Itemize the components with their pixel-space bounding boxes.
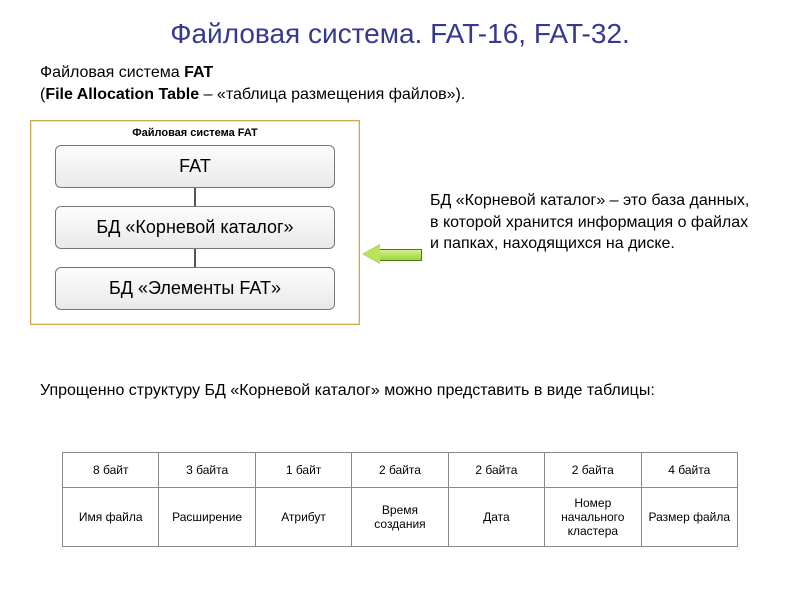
table-cell: Расширение [159,488,255,547]
side-note: БД «Корневой каталог» – это база данных,… [430,190,760,255]
diagram-node-fat: FAT [55,145,335,188]
table-row: Имя файла Расширение Атрибут Время созда… [63,488,738,547]
diagram-connector-2 [194,249,196,267]
table-cell: 1 байт [255,453,351,488]
intro-line2-bold: File Allocation Table [45,86,199,103]
slide-title: Файловая система. FAT-16, FAT-32. [0,0,800,56]
diagram-connector-1 [194,188,196,206]
table-cell: Номер начального кластера [545,488,641,547]
below-note: Упрощенно структуру БД «Корневой каталог… [40,380,760,402]
table-cell: 2 байта [352,453,448,488]
root-catalog-table: 8 байт 3 байта 1 байт 2 байта 2 байта 2 … [62,452,738,547]
intro-line1-bold: FAT [184,64,213,81]
diagram-node-root: БД «Корневой каталог» [55,206,335,249]
table-cell: 2 байта [545,453,641,488]
table-row: 8 байт 3 байта 1 байт 2 байта 2 байта 2 … [63,453,738,488]
table-cell: Время создания [352,488,448,547]
arrow-left-icon [362,244,422,264]
intro-block: Файловая система FAT (File Allocation Ta… [0,56,800,107]
table-cell: 8 байт [63,453,159,488]
intro-line1-prefix: Файловая система [40,64,184,81]
table-cell: 2 байта [448,453,544,488]
table-cell: Имя файла [63,488,159,547]
intro-line2-rest: – «таблица размещения файлов»). [199,86,465,103]
table-cell: Атрибут [255,488,351,547]
table-cell: 4 байта [641,453,737,488]
diagram-card: Файловая система FAT FAT БД «Корневой ка… [30,120,360,325]
diagram-node-elements: БД «Элементы FAT» [55,267,335,310]
table-cell: Дата [448,488,544,547]
table-cell: 3 байта [159,453,255,488]
table-cell: Размер файла [641,488,737,547]
diagram-caption: Файловая система FAT [41,127,349,139]
